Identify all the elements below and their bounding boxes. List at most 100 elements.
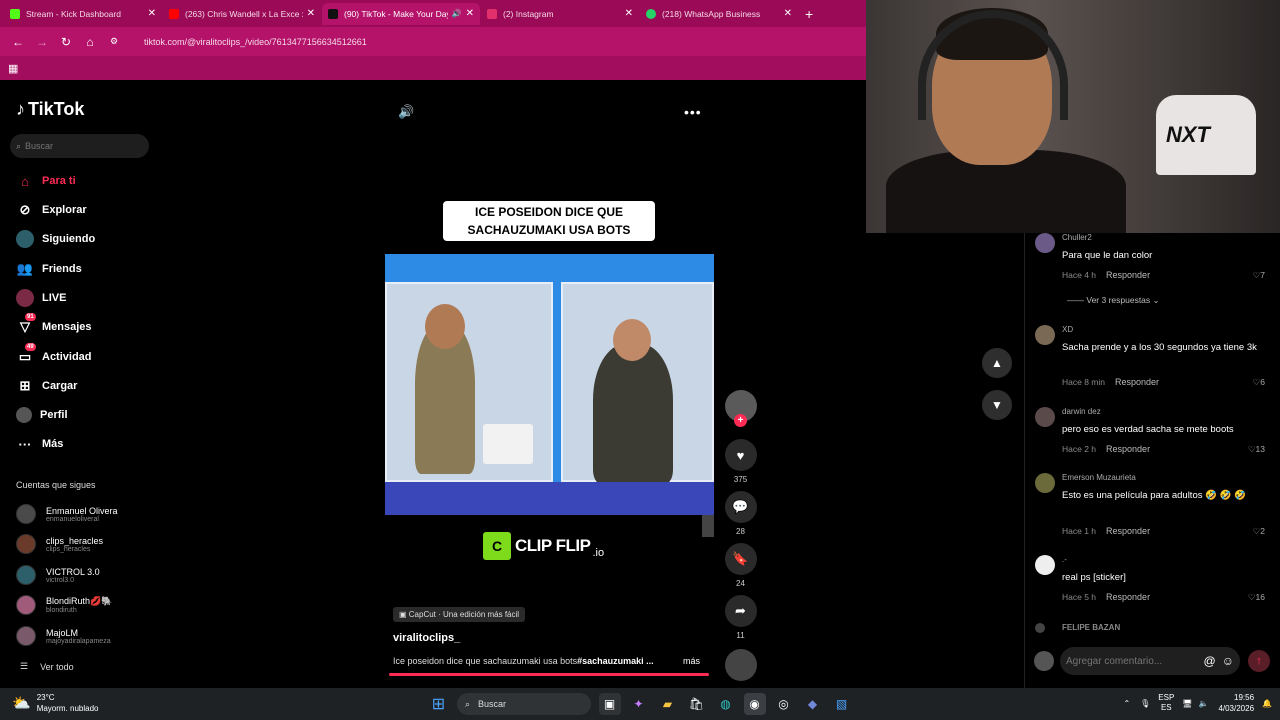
reload-icon[interactable]: ↻ [56,35,76,49]
weather-widget[interactable]: ⛅ 23°C Mayorm. nublado [12,692,99,714]
more-options-icon[interactable]: ••• [684,104,702,120]
volume-icon[interactable]: 🔈 [1198,699,1208,708]
reply-button[interactable]: Responder [1115,377,1159,387]
clock[interactable]: 19:56 4/03/2026 [1218,692,1254,714]
next-video-button[interactable]: ▼ [982,390,1012,420]
obs-icon[interactable]: ◎ [773,693,795,715]
file-explorer-icon[interactable]: ▰ [657,693,679,715]
nav-live[interactable]: LIVE [16,287,66,309]
back-icon[interactable]: ← [8,35,28,49]
avatar[interactable] [1035,233,1055,253]
following-item[interactable]: MajoLM majoyadiralapameza [16,623,111,649]
forward-icon[interactable]: → [32,35,52,49]
close-icon[interactable]: ✕ [466,8,474,19]
notification-icon[interactable]: 🔔 [1262,699,1272,708]
close-icon[interactable]: ✕ [625,8,633,19]
chrome-icon[interactable]: ◉ [743,693,766,715]
sound-disc-button[interactable] [724,649,757,681]
following-item[interactable]: clips_heracles clips_heracles [16,531,103,557]
follow-plus-icon[interactable]: + [734,414,747,427]
avatar[interactable] [1035,325,1055,345]
app-icon[interactable]: ▧ [831,693,853,715]
comment-like[interactable]: ♡13 [1248,444,1265,455]
apps-grid-icon[interactable]: ▦ [8,62,18,75]
close-icon[interactable]: ✕ [148,8,156,19]
comment-user[interactable]: darwin dez [1062,407,1101,416]
video-progress-bar[interactable] [389,673,709,676]
discord-icon[interactable]: ◆ [802,693,824,715]
following-item[interactable]: BlondiRuth💋🐘 blondiruth [16,592,112,618]
comment-user[interactable]: .- [1062,555,1067,564]
nav-para-ti[interactable]: ⌂ Para ti [16,170,76,192]
reply-button[interactable]: Responder [1106,592,1150,602]
site-info-icon[interactable]: ⚙ [104,36,124,47]
volume-icon[interactable]: 🔊 [398,104,414,120]
tab-instagram[interactable]: (2) Instagram ✕ [481,3,639,25]
close-icon[interactable]: ✕ [784,8,792,19]
comment-like[interactable]: ♡7 [1253,270,1265,281]
nav-perfil[interactable]: Perfil [16,404,68,426]
comment-user[interactable]: Emerson Muzaurieta [1062,473,1136,482]
store-icon[interactable]: 🛍 [686,693,708,715]
tab-whatsapp[interactable]: (218) WhatsApp Business ✕ [640,3,798,25]
copilot-icon[interactable]: ✦ [628,693,650,715]
comment-like[interactable]: ♡16 [1248,592,1265,603]
avatar[interactable] [1035,407,1055,427]
nav-mensajes[interactable]: ▽ 91 Mensajes [16,313,92,338]
tab-tiktok[interactable]: (90) TikTok - Make Your Day 🔊 ✕ [322,2,480,25]
share-button[interactable]: ➦ 11 [724,595,757,640]
capcut-badge[interactable]: ▣ CapCut · Una edición más fácil [393,607,526,622]
comment-field[interactable]: @ ☺ [1060,647,1240,675]
comment-button[interactable]: 💬 28 [724,491,757,536]
new-tab-button[interactable]: + [805,6,813,22]
avatar[interactable] [1035,623,1045,633]
edge-icon[interactable]: ◍ [715,693,737,715]
following-item[interactable]: VICTROL 3.0 victrol3.0 [16,562,100,588]
comment-user[interactable]: XD [1062,325,1073,334]
url-field[interactable]: tiktok.com/@viralitoclips_/video/7613477… [144,37,367,47]
nav-actividad[interactable]: ▭ 49 Actividad [16,343,92,368]
search-box[interactable]: ⌕ [10,134,149,158]
home-icon[interactable]: ⌂ [80,35,100,49]
prev-video-button[interactable]: ▲ [982,348,1012,378]
comment-input[interactable] [1066,655,1198,667]
network-icon[interactable]: 🖥 [1182,699,1192,708]
avatar[interactable] [1035,473,1055,493]
send-icon[interactable]: ↑ [1248,650,1270,672]
mention-icon[interactable]: @ [1204,654,1216,668]
view-replies-button[interactable]: —— Ver 3 respuestas ⌄ [1067,295,1160,306]
like-button[interactable]: ♥ 375 [724,439,757,484]
windows-start-icon[interactable]: ⊞ [428,693,450,715]
speaker-icon[interactable]: 🔊 [452,9,462,18]
microphone-icon[interactable]: 🎙 [1140,699,1150,708]
reply-button[interactable]: Responder [1106,526,1150,536]
comment-user[interactable]: Chuller2 [1062,233,1092,242]
following-item[interactable]: Enmanuel Olivera enmanueloliveral [16,501,118,527]
reply-button[interactable]: Responder [1106,444,1150,454]
taskbar-search[interactable]: ⌕ Buscar [457,693,591,715]
nav-friends[interactable]: 👥 Friends [16,258,82,280]
see-all-button[interactable]: ☰ Ver todo [20,661,74,672]
tab-kick[interactable]: Stream - Kick Dashboard ✕ [4,3,162,25]
hashtag-link[interactable]: #sachauzumaki ... [577,656,654,666]
video-player[interactable] [385,254,714,515]
task-view-icon[interactable]: ▣ [598,693,621,715]
nav-cargar[interactable]: ⊞ Cargar [16,375,78,397]
avatar[interactable] [1035,555,1055,575]
nav-mas[interactable]: ··· Más [16,433,64,455]
tab-youtube[interactable]: (263) Chris Wandell x La Exce x A ✕ [163,3,321,25]
nav-siguiendo[interactable]: Siguiendo [16,228,95,250]
search-input[interactable] [25,141,136,151]
tiktok-logo[interactable]: ♪ TikTok [16,99,84,120]
more-text-button[interactable]: más [683,656,700,666]
nav-explorar[interactable]: ⊘ Explorar [16,199,87,221]
video-author[interactable]: viralitoclips_ [393,632,460,644]
comment-user[interactable]: FELIPE BAZAN [1062,623,1120,632]
comment-like[interactable]: ♡6 [1253,377,1265,388]
chevron-up-icon[interactable]: ⌃ [1123,699,1130,708]
emoji-icon[interactable]: ☺ [1222,654,1234,668]
close-icon[interactable]: ✕ [307,8,315,19]
comment-like[interactable]: ♡2 [1253,526,1265,537]
language-indicator[interactable]: ESP ES [1158,693,1174,713]
reply-button[interactable]: Responder [1106,270,1150,280]
